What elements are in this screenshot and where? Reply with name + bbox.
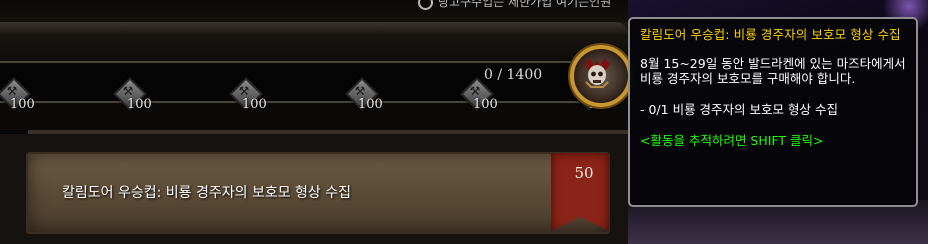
progress-text: 0 / 1400 xyxy=(484,67,543,83)
top-fragment-text: 당고구수입는 제한가입 여기는인원 xyxy=(438,0,612,9)
tooltip-title: 칼림도어 우승컵: 비룡 경주자의 보호모 형상 수집 xyxy=(640,27,901,42)
milestone-points: 100 xyxy=(10,97,35,112)
pickaxe-icon: ⚒ xyxy=(469,84,481,98)
milestone-points: 100 xyxy=(242,97,267,112)
activity-reward-points: 50 xyxy=(574,164,594,182)
skull-medallion-icon xyxy=(584,58,610,88)
activity-tooltip: 칼림도어 우승컵: 비룡 경주자의 보호모 형상 수집 8월 15~29일 동안… xyxy=(628,17,918,207)
panel-frame xyxy=(0,22,628,34)
pickaxe-icon: ⚒ xyxy=(122,84,134,98)
top-fragment: 당고구수입는 제한가입 여기는인원 xyxy=(418,0,611,10)
radio-icon xyxy=(418,0,433,10)
pickaxe-icon: ⚒ xyxy=(6,84,18,98)
pickaxe-icon: ⚒ xyxy=(354,84,366,98)
tooltip-description: 8월 15~29일 동안 발드라켄에 있는 마즈타에게서 비룡 경주자의 보호모… xyxy=(640,56,906,86)
activity-label: 칼림도어 우승컵: 비룡 경주자의 보호모 형상 수집 xyxy=(62,185,352,201)
pickaxe-icon: ⚒ xyxy=(238,84,250,98)
milestone-points: 100 xyxy=(127,97,152,112)
milestone-points: 100 xyxy=(473,97,498,112)
tooltip-objective: - 0/1 비룡 경주자의 보호모 형상 수집 xyxy=(640,102,838,117)
tooltip-hint: <활동을 추적하려면 SHIFT 클릭> xyxy=(640,133,824,148)
milestone-points: 100 xyxy=(358,97,383,112)
